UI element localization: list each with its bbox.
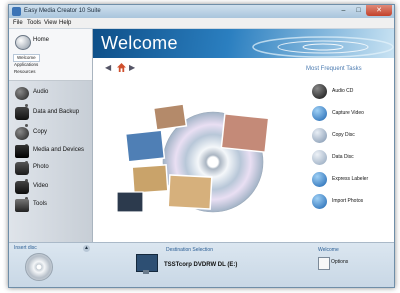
task-import-photos[interactable]: Import Photos [306, 193, 391, 211]
page-title: Welcome [101, 33, 178, 53]
disc-icon [25, 253, 53, 281]
minimize-button[interactable]: – [336, 5, 351, 16]
app-logo-icon [12, 7, 21, 16]
data-disc-icon [312, 150, 327, 165]
welcome-panel-title: Welcome [318, 247, 339, 253]
sidebar-item-photo[interactable]: Photo [9, 162, 92, 176]
sidebar-item-label: Tools [33, 201, 48, 207]
menu-view[interactable]: View [44, 18, 57, 28]
task-label: Audio CD [332, 88, 354, 94]
welcome-media-collage [116, 103, 270, 213]
copy-icon [15, 127, 29, 140]
back-button[interactable]: ◀ [105, 63, 111, 73]
copy-disc-icon [312, 128, 327, 143]
photo-icon [15, 162, 29, 175]
menu-file[interactable]: File [13, 18, 23, 28]
media-devices-icon [15, 145, 29, 158]
capture-video-icon [312, 106, 327, 121]
photo-thumbnail [152, 103, 188, 131]
sidebar-item-copy[interactable]: Copy [9, 127, 92, 141]
photo-thumbnail [220, 112, 270, 154]
menu-help[interactable]: Help [59, 18, 71, 28]
task-label: Express Labeler [332, 176, 369, 182]
task-capture-video[interactable]: Capture Video [306, 105, 391, 123]
sidebar-item-label: Home [33, 37, 50, 43]
audio-icon [15, 87, 29, 100]
task-label: Import Photos [332, 198, 364, 204]
data-backup-icon [15, 107, 29, 120]
sidebar-item-audio[interactable]: Audio [9, 87, 92, 101]
title-bar[interactable]: Easy Media Creator 10 Suite – □ ✕ [9, 5, 394, 18]
express-labeler-icon [312, 172, 327, 187]
task-copy-disc[interactable]: Copy Disc [306, 127, 391, 145]
task-label: Capture Video [332, 110, 364, 116]
options-link[interactable]: Options [331, 259, 348, 265]
maximize-button[interactable]: □ [351, 5, 366, 16]
sidebar-item-label: Photo [33, 164, 49, 170]
sidebar-subitem-resources[interactable]: Resources [14, 69, 36, 75]
sidebar-item-label: Data and Backup [33, 109, 80, 115]
menu-tools[interactable]: Tools [27, 18, 41, 28]
main-content: Welcome ◀ ▶ Most Frequent Tasks Audio CD… [93, 29, 394, 242]
sidebar-item-data-and-backup[interactable]: Data and Backup [9, 107, 92, 121]
sidebar-item-media-and-devices[interactable]: Media and Devices [9, 145, 92, 159]
task-label: Data Disc [332, 154, 354, 160]
sidebar-item-video[interactable]: Video [9, 181, 92, 195]
sidebar-subitem-welcome[interactable]: Welcome [13, 54, 40, 62]
sidebar-item-label: Media and Devices [33, 147, 85, 153]
audio-cd-icon [312, 84, 327, 99]
menu-bar: File Tools View Help [9, 18, 394, 29]
tasks-title: Most Frequent Tasks [306, 66, 362, 72]
video-icon [15, 181, 29, 194]
sidebar: Home Welcome Applications Resources Audi… [9, 29, 93, 242]
sidebar-item-home[interactable]: Home [9, 35, 92, 50]
insert-disc-title: Insert disc [14, 245, 37, 251]
photo-thumbnail [131, 164, 169, 194]
welcome-banner: Welcome [93, 29, 394, 58]
import-photos-icon [312, 194, 327, 209]
sidebar-item-tools[interactable]: Tools [9, 199, 92, 213]
computer-stand-icon [143, 270, 149, 274]
sidebar-subitem-applications[interactable]: Applications [14, 62, 38, 68]
bottom-panel: Insert disc ▲ Destination Selection TSST… [9, 242, 394, 287]
app-window: Easy Media Creator 10 Suite – □ ✕ File T… [8, 4, 395, 288]
collapse-arrow-icon[interactable]: ▲ [83, 245, 90, 252]
sidebar-item-label: Copy [33, 129, 48, 135]
task-label: Copy Disc [332, 132, 355, 138]
home-icon [15, 35, 31, 50]
photo-thumbnail [124, 129, 166, 163]
task-express-labeler[interactable]: Express Labeler [306, 171, 391, 189]
tools-icon [15, 199, 29, 212]
task-audio-cd[interactable]: Audio CD [306, 83, 391, 101]
options-icon[interactable] [318, 257, 330, 270]
task-data-disc[interactable]: Data Disc [306, 149, 391, 167]
sidebar-item-label: Audio [33, 89, 49, 95]
photo-thumbnail [167, 174, 213, 210]
forward-button[interactable]: ▶ [129, 63, 135, 73]
nav-controls: ◀ ▶ [105, 63, 145, 73]
destination-drive[interactable]: TSSTcorp DVDRW DL (E:) [164, 262, 237, 268]
video-thumbnail [116, 191, 144, 213]
window-title: Easy Media Creator 10 Suite [24, 8, 101, 14]
close-button[interactable]: ✕ [366, 5, 392, 16]
destination-title: Destination Selection [166, 247, 213, 253]
home-nav-icon[interactable] [117, 63, 126, 72]
sidebar-home-section: Home Welcome Applications Resources [9, 29, 92, 81]
sidebar-item-label: Video [33, 183, 49, 189]
